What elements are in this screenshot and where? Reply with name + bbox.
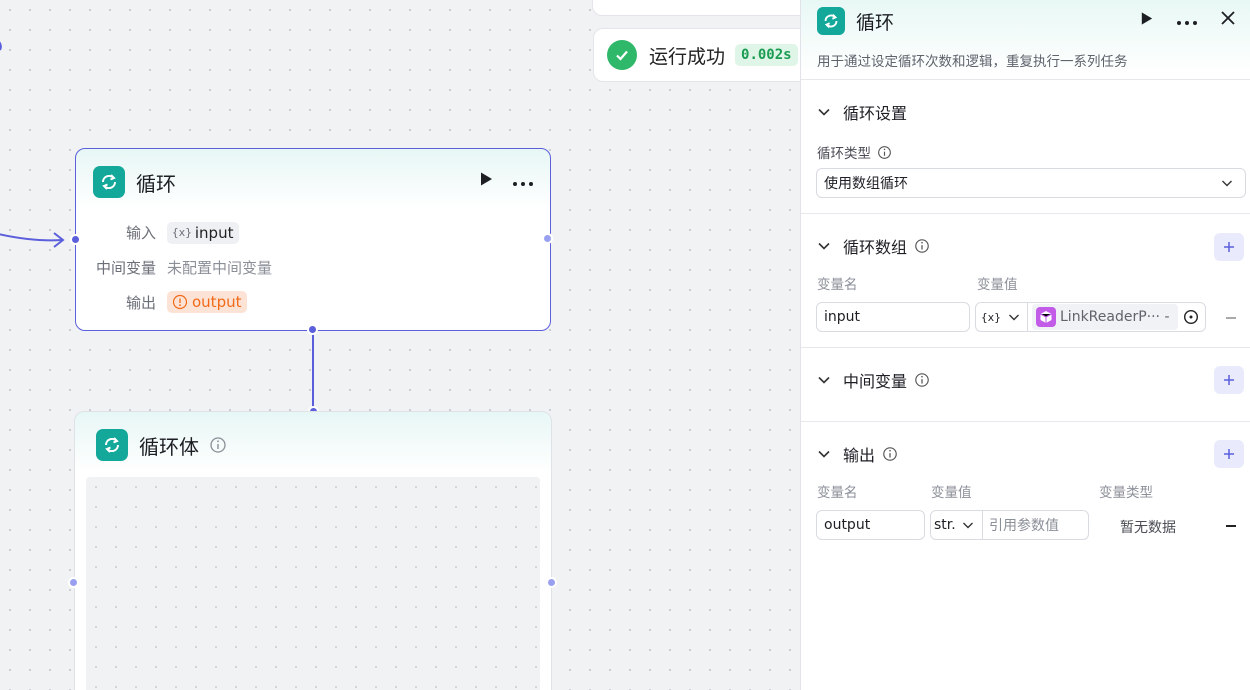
info-icon[interactable] xyxy=(877,145,892,160)
output-tag: output xyxy=(167,291,248,313)
panel-loop-icon xyxy=(817,7,845,35)
plugin-cube-icon xyxy=(1036,307,1056,327)
info-icon[interactable] xyxy=(882,446,898,462)
ref-value-placeholder: 引用参数值 xyxy=(989,518,1059,534)
loop-type-select[interactable]: 使用数组循环 xyxy=(816,168,1246,198)
output-col-name: 变量名 xyxy=(817,485,858,501)
plus-icon xyxy=(1224,375,1234,385)
chevron-down-icon xyxy=(818,242,830,250)
loop-icon xyxy=(93,166,125,198)
output-type-empty: 暂无数据 xyxy=(1120,520,1176,536)
loop-input-port[interactable] xyxy=(70,234,81,245)
output-col-type: 变量类型 xyxy=(1099,485,1153,501)
chevron-down-icon xyxy=(818,108,830,116)
loop-settings-section: 循环设置 循环类型 使用数组循环 xyxy=(801,80,1250,214)
output-row-label: 输出 xyxy=(125,294,156,312)
output-ref-type-select[interactable]: str. xyxy=(931,511,983,539)
run-status-text: 运行成功 xyxy=(649,45,726,68)
output-col-value: 变量值 xyxy=(931,485,972,501)
loop-settings-header[interactable]: 循环设置 xyxy=(801,80,1250,128)
loop-array-col-value: 变量值 xyxy=(977,277,1018,293)
loop-array-col-name: 变量名 xyxy=(817,277,858,293)
previous-node-card[interactable] xyxy=(592,0,800,16)
panel-title: 循环 xyxy=(856,11,895,34)
intermediate-title: 中间变量 xyxy=(843,372,908,391)
loop-body-title: 循环体 xyxy=(139,434,199,459)
remove-array-item-button[interactable] xyxy=(1226,317,1236,319)
panel-description: 用于通过设定循环次数和逻辑，重复执行一系列任务 xyxy=(817,54,1128,70)
edge-input xyxy=(0,233,63,242)
intermediate-header[interactable]: 中间变量 xyxy=(801,348,1250,396)
plus-icon xyxy=(1224,242,1234,252)
run-time-badge: 0.002s xyxy=(735,44,798,66)
workflow-canvas[interactable]: 运行成功 0.002s 循环 输入 {x} input 中间变量 未配置中间变量… xyxy=(0,0,800,690)
loop-array-title: 循环数组 xyxy=(843,238,908,257)
remove-output-button[interactable] xyxy=(1226,525,1236,527)
add-intermediate-button[interactable] xyxy=(1214,366,1244,394)
panel-more-icon[interactable] xyxy=(1176,11,1198,30)
edge-top-left xyxy=(0,41,2,51)
loop-settings-title: 循环设置 xyxy=(843,104,908,123)
intermediate-row-label: 中间变量 xyxy=(95,259,156,277)
loop-body-icon xyxy=(96,429,128,461)
info-icon[interactable] xyxy=(914,372,930,388)
run-node-icon[interactable] xyxy=(478,171,494,191)
loop-body-right-port[interactable] xyxy=(546,577,557,588)
output-var-name-input[interactable]: output xyxy=(816,510,925,540)
run-status-card: 运行成功 0.002s xyxy=(593,28,800,82)
loop-body-canvas[interactable] xyxy=(86,477,540,690)
chevron-down-icon xyxy=(1222,180,1232,187)
output-section: 输出 变量名 变量值 变量类型 output str. 引用参数值 暂无数据 xyxy=(801,422,1250,572)
loop-output-port[interactable] xyxy=(542,233,553,244)
input-row-label: 输入 xyxy=(125,224,156,242)
loop-node[interactable]: 循环 输入 {x} input 中间变量 未配置中间变量 输出 output xyxy=(75,148,551,331)
info-icon[interactable] xyxy=(209,436,227,454)
loop-type-label: 循环类型 xyxy=(817,146,871,162)
chevron-down-icon xyxy=(1008,314,1019,321)
node-config-panel: 循环 用于通过设定循环次数和逻辑，重复执行一系列任务 循环设置 循环类型 使用数… xyxy=(800,0,1250,690)
check-circle-icon xyxy=(607,40,637,70)
ref-type-select[interactable]: {x} xyxy=(976,303,1028,331)
variable-icon: {x} xyxy=(981,310,1001,324)
warning-icon xyxy=(172,294,188,310)
chevron-down-icon xyxy=(818,376,830,384)
chevron-down-icon xyxy=(962,522,973,529)
variable-icon: {x} xyxy=(172,226,192,239)
close-icon[interactable] xyxy=(1220,10,1236,30)
target-icon[interactable] xyxy=(1183,309,1199,325)
loop-array-section: 循环数组 变量名 变量值 input {x} LinkReaderP··· - xyxy=(801,214,1250,348)
ref-value-tag: LinkReaderP··· - xyxy=(1032,304,1178,330)
output-header[interactable]: 输出 xyxy=(801,422,1250,470)
info-icon[interactable] xyxy=(914,238,930,254)
add-output-button[interactable] xyxy=(1214,440,1244,468)
chevron-down-icon xyxy=(818,450,830,458)
output-value-ref[interactable]: str. 引用参数值 xyxy=(930,510,1089,540)
plus-icon xyxy=(1224,449,1234,459)
loop-array-value-ref[interactable]: {x} LinkReaderP··· - xyxy=(975,302,1206,332)
more-icon[interactable] xyxy=(512,172,534,191)
loop-body-node[interactable]: 循环体 xyxy=(74,411,552,690)
intermediate-section: 中间变量 xyxy=(801,348,1250,422)
intermediate-value: 未配置中间变量 xyxy=(167,259,273,277)
panel-run-icon[interactable] xyxy=(1139,11,1154,30)
loop-array-var-name-input[interactable]: input xyxy=(816,302,970,332)
loop-node-title: 循环 xyxy=(136,171,176,196)
output-title: 输出 xyxy=(843,446,876,465)
add-loop-array-button[interactable] xyxy=(1214,233,1244,261)
loop-bottom-port[interactable] xyxy=(307,324,318,335)
loop-array-header[interactable]: 循环数组 xyxy=(801,214,1250,262)
loop-body-left-port[interactable] xyxy=(68,577,79,588)
input-tag: {x} input xyxy=(167,221,240,244)
